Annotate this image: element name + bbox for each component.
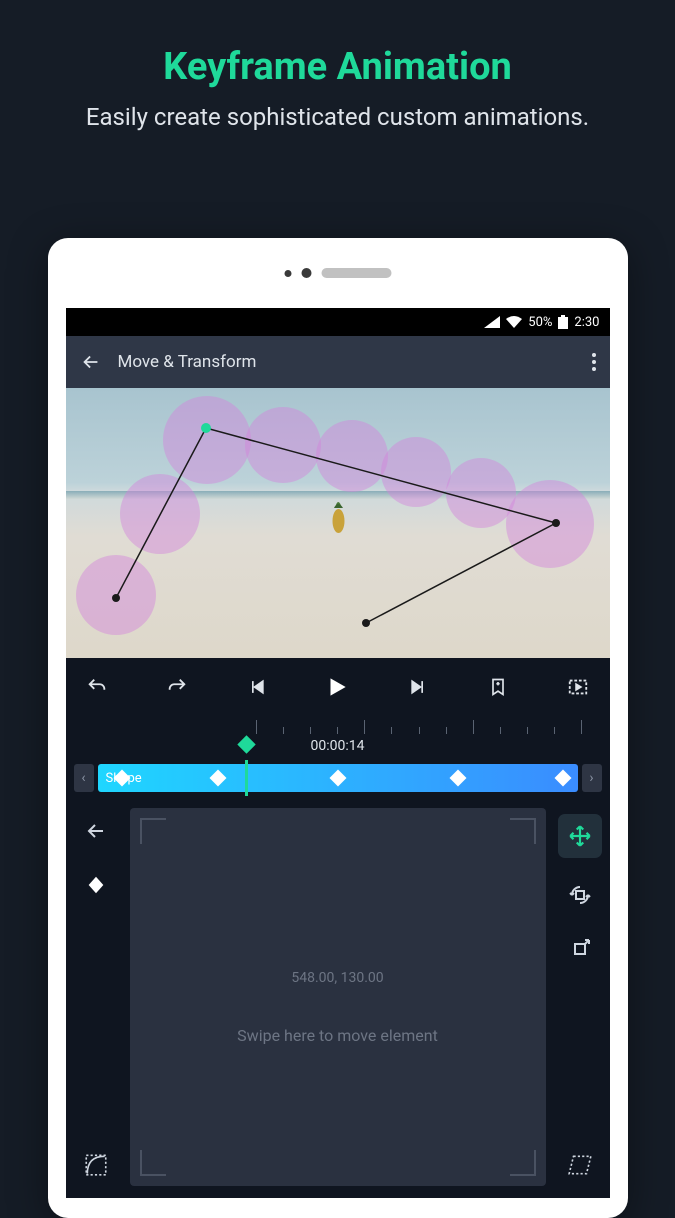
transform-panel: 548.00, 130.00 Swipe here to move elemen… — [66, 796, 610, 1198]
keyframe-marker[interactable] — [329, 770, 346, 787]
more-vertical-icon[interactable] — [592, 353, 596, 371]
skip-start-icon[interactable] — [242, 677, 272, 697]
app-screen: 50% 2:30 Move & Transform — [66, 308, 610, 1198]
position-coords: 548.00, 130.00 — [291, 970, 383, 986]
timecode-display: 00:00:14 — [66, 738, 610, 760]
swipe-hint: Swipe here to move element — [237, 1026, 438, 1045]
fullscreen-play-icon[interactable] — [563, 676, 593, 698]
move-touchpad[interactable]: 548.00, 130.00 Swipe here to move elemen… — [130, 808, 546, 1186]
left-tool-column — [66, 796, 126, 1198]
cellular-icon — [484, 316, 500, 328]
keyframe-marker[interactable] — [209, 770, 226, 787]
play-icon[interactable] — [322, 674, 352, 700]
easing-curve-icon[interactable] — [79, 1148, 113, 1182]
back-arrow-icon[interactable] — [80, 351, 102, 373]
track-scroll-right-icon[interactable]: › — [582, 764, 602, 792]
transport-bar — [66, 658, 610, 716]
battery-percent: 50% — [528, 315, 552, 330]
battery-icon — [558, 315, 568, 329]
keyframe-point[interactable] — [552, 519, 560, 527]
wifi-icon — [506, 316, 522, 328]
keyframe-point[interactable] — [362, 619, 370, 627]
preview-canvas[interactable] — [66, 388, 610, 658]
track-scroll-left-icon[interactable]: ‹ — [74, 764, 94, 792]
redo-icon[interactable] — [162, 676, 192, 698]
bookmark-add-icon[interactable] — [483, 677, 513, 697]
status-time: 2:30 — [574, 315, 599, 330]
move-arrows-icon[interactable] — [558, 814, 602, 858]
screen-title: Move & Transform — [118, 352, 576, 372]
right-tool-column — [550, 796, 610, 1198]
playhead[interactable] — [245, 760, 248, 796]
skip-end-icon[interactable] — [403, 677, 433, 697]
timeline-track[interactable]: ‹ Shape › — [66, 760, 610, 796]
back-arrow-icon[interactable] — [79, 814, 113, 848]
promo-header: Keyframe Animation Easily create sophist… — [0, 0, 675, 163]
motion-path — [66, 388, 610, 658]
rotate-icon[interactable] — [563, 878, 597, 912]
keyframe-marker[interactable] — [555, 770, 572, 787]
skew-icon[interactable] — [563, 1148, 597, 1182]
app-bar: Move & Transform — [66, 336, 610, 388]
keyframe-point[interactable] — [112, 594, 120, 602]
timeline-ruler[interactable] — [66, 716, 610, 738]
undo-icon[interactable] — [82, 676, 112, 698]
scale-out-icon[interactable] — [563, 932, 597, 966]
promo-title: Keyframe Animation — [45, 45, 630, 89]
keyframe-diamond-icon[interactable] — [79, 868, 113, 902]
device-frame: 50% 2:30 Move & Transform — [48, 238, 628, 1218]
device-camera — [284, 268, 391, 278]
status-bar: 50% 2:30 — [66, 308, 610, 336]
keyframe-marker[interactable] — [449, 770, 466, 787]
promo-subtitle: Easily create sophisticated custom anima… — [45, 101, 630, 133]
keyframe-point-active[interactable] — [201, 423, 211, 433]
clip-shape[interactable]: Shape — [98, 764, 578, 792]
